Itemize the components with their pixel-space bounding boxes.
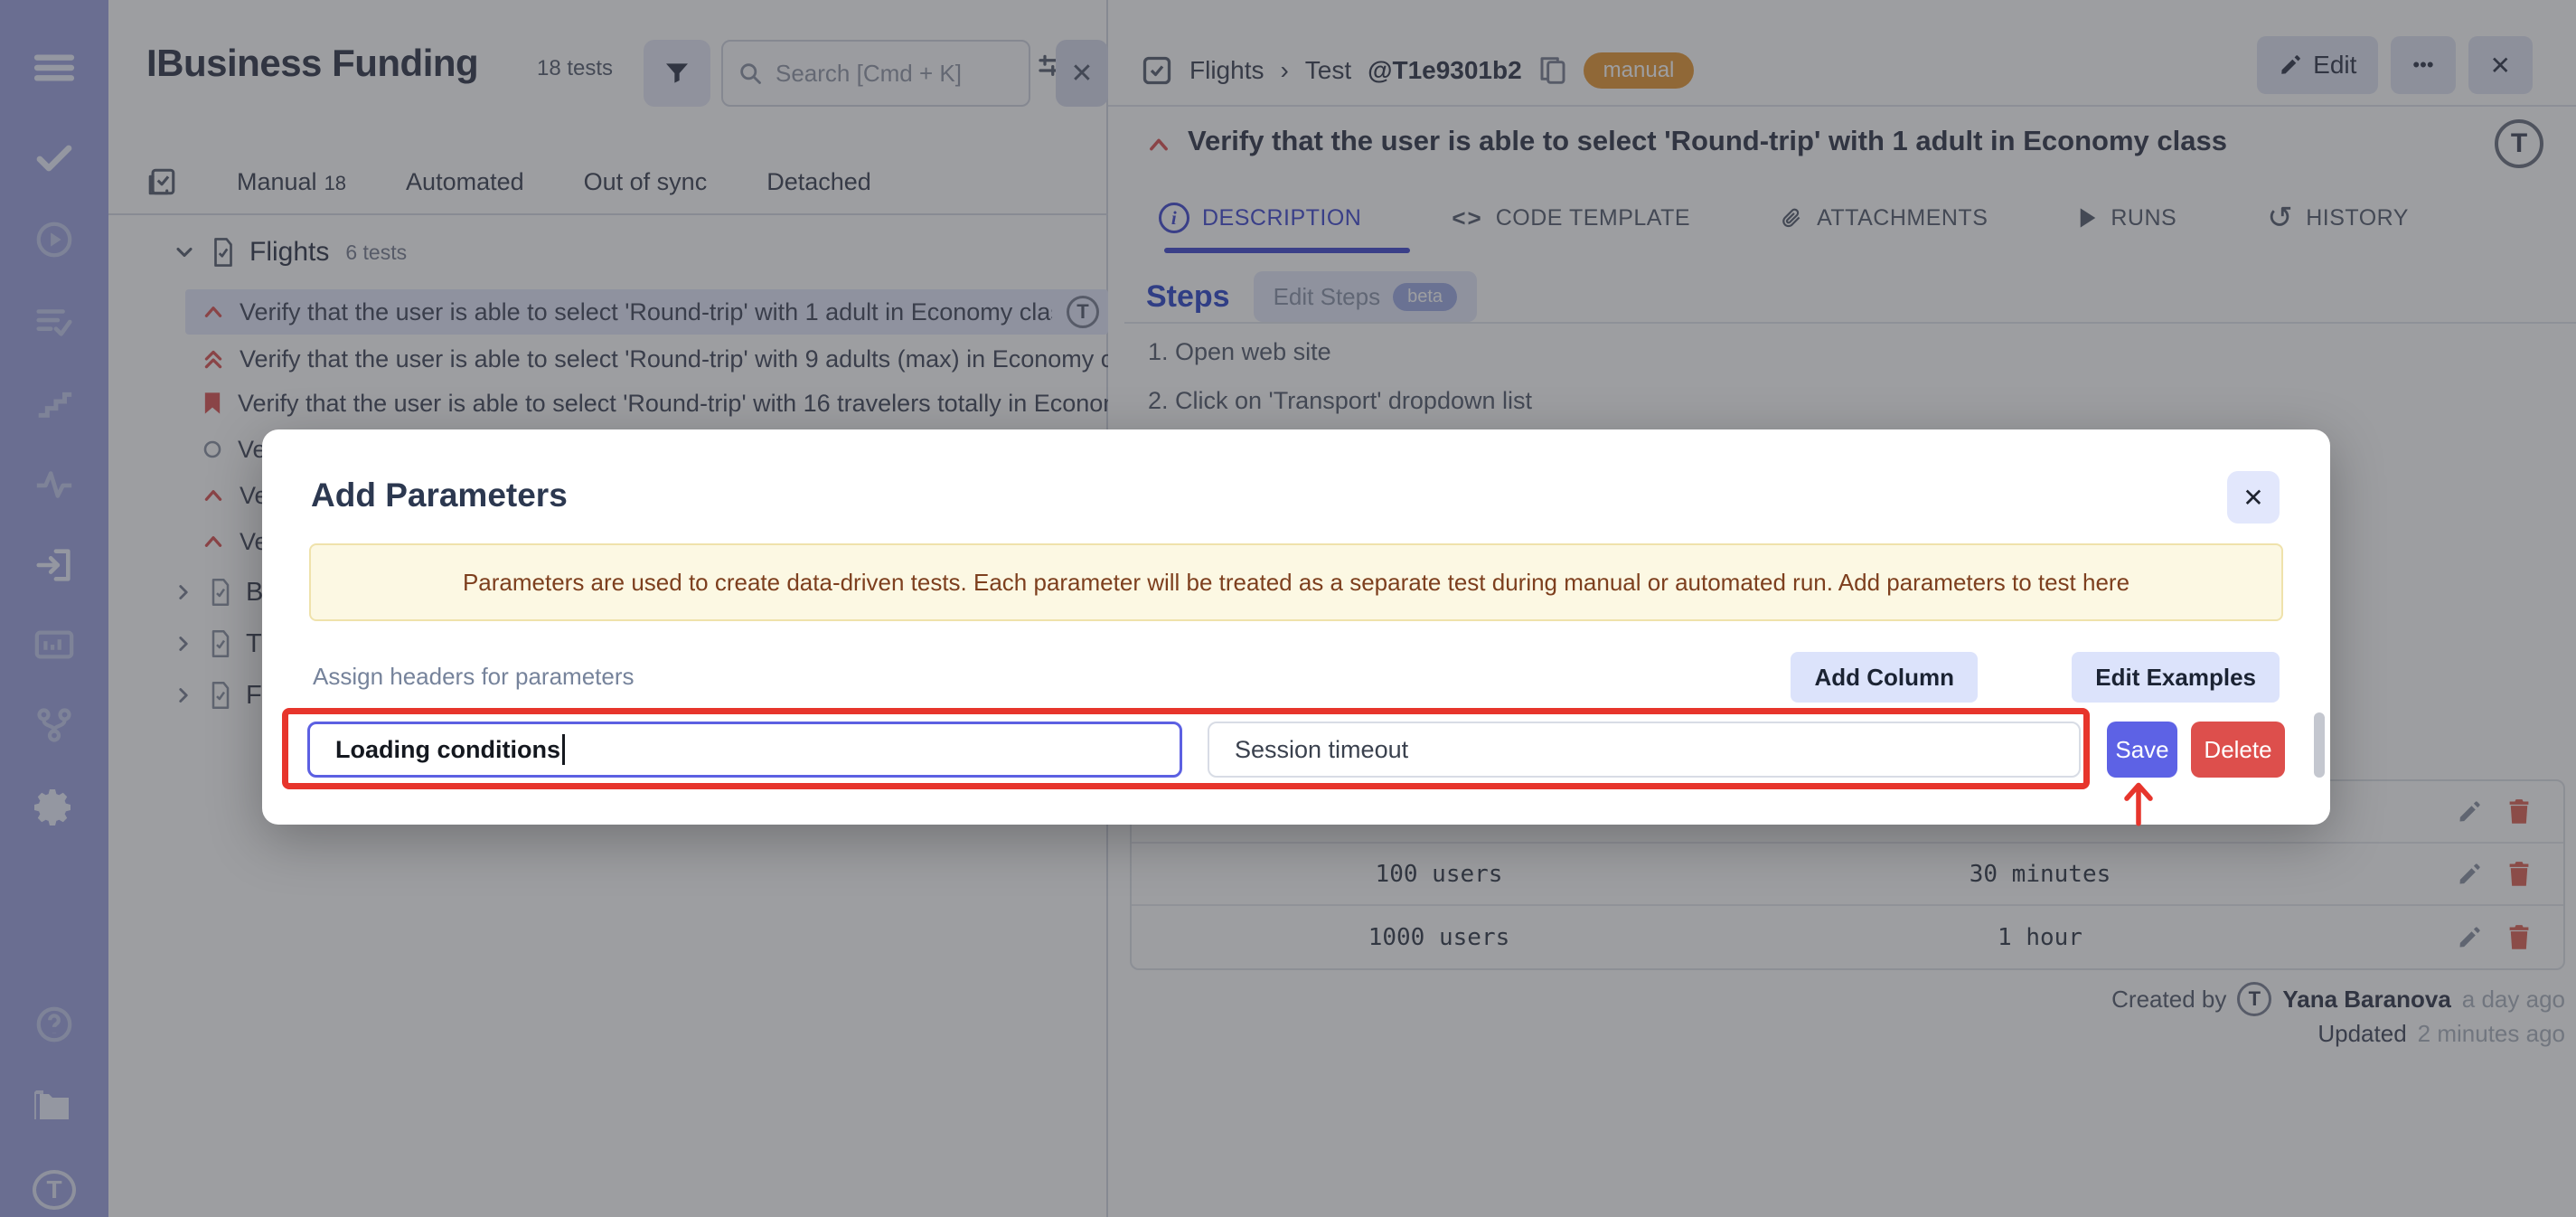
modal-close-button[interactable]: ✕ [2227, 471, 2280, 524]
info-banner: Parameters are used to create data-drive… [309, 543, 2283, 621]
modal-title: Add Parameters [311, 476, 568, 514]
parameter-value-input[interactable]: Session timeout [1208, 722, 2081, 778]
modal-scrollbar[interactable] [2314, 712, 2325, 778]
parameter-value-text: Session timeout [1235, 736, 1408, 764]
info-text: Parameters are used to create data-drive… [463, 569, 2129, 597]
app-window: T IBusiness Funding 18 tests Search [Cmd… [0, 0, 2576, 1217]
text-caret [562, 734, 565, 765]
parameter-name-value: Loading conditions [335, 736, 560, 764]
edit-examples-button[interactable]: Edit Examples [2072, 652, 2280, 703]
close-icon: ✕ [2242, 483, 2263, 513]
assign-headers-label: Assign headers for parameters [313, 663, 635, 691]
annotation-arrow-icon [2120, 779, 2157, 826]
delete-button[interactable]: Delete [2191, 722, 2285, 778]
add-parameters-modal: Add Parameters ✕ Parameters are used to … [262, 429, 2330, 825]
parameter-name-input[interactable]: Loading conditions [307, 722, 1182, 778]
add-column-button[interactable]: Add Column [1791, 652, 1978, 703]
save-button[interactable]: Save [2107, 722, 2177, 778]
